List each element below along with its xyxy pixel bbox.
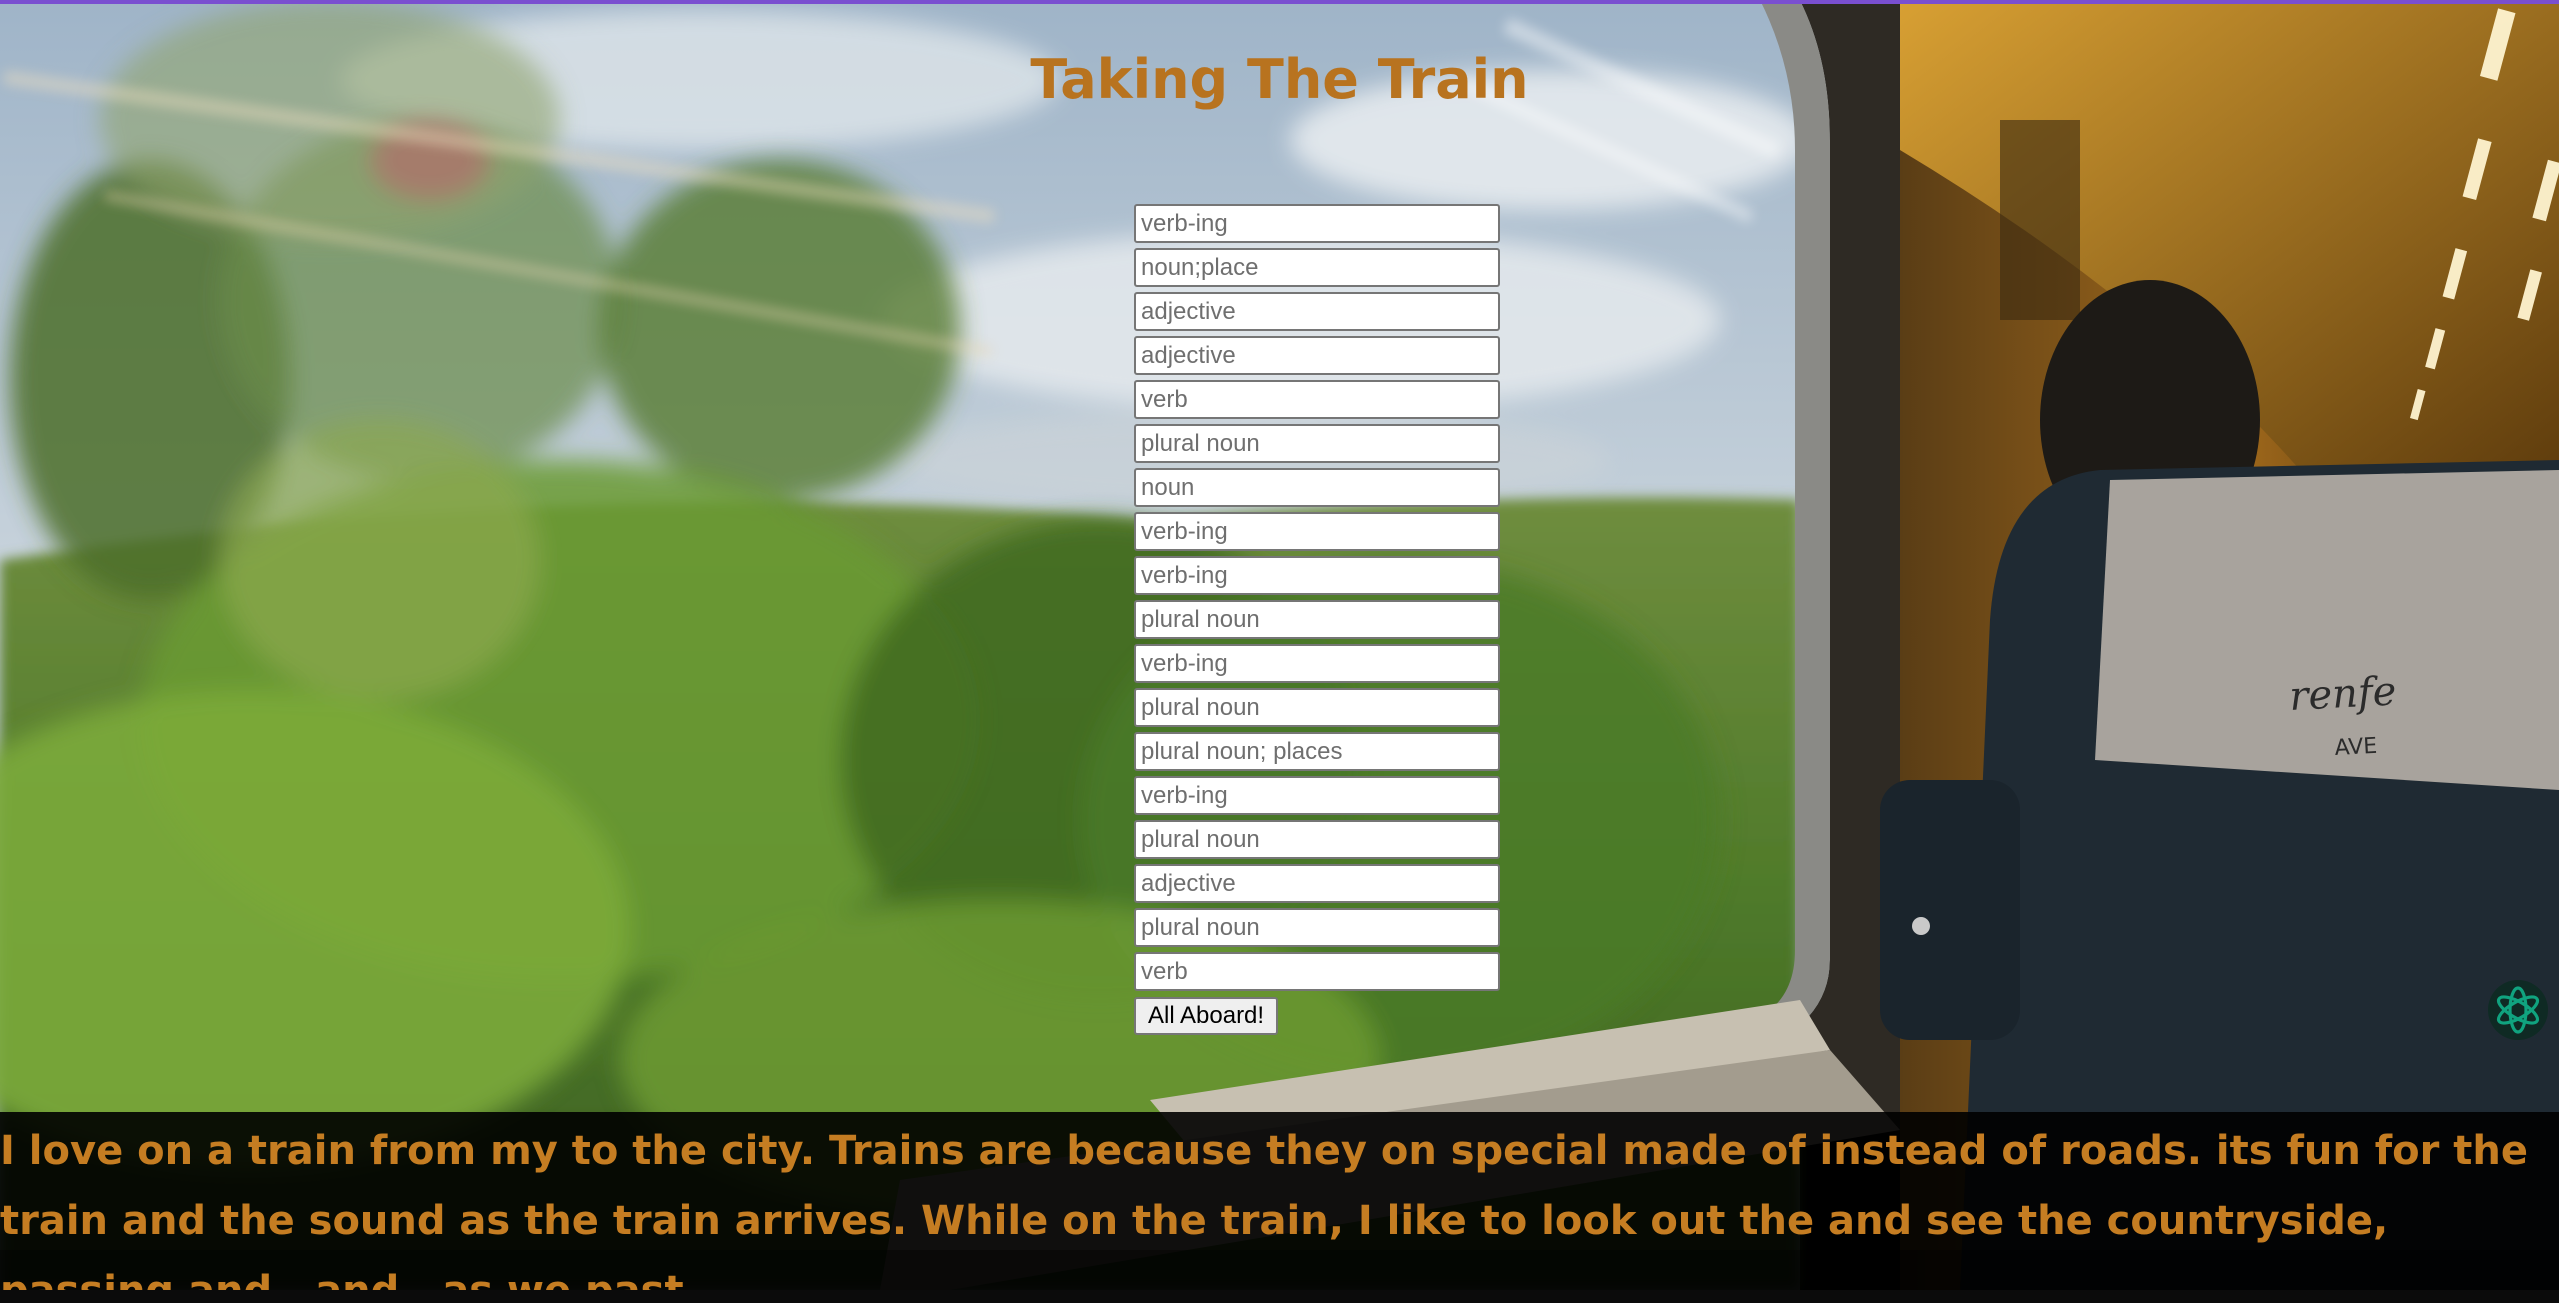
page: renfe AVE Taking The Train All Aboard! I… (0, 0, 2559, 1303)
top-border (0, 0, 2559, 4)
page-title: Taking The Train (1030, 48, 1529, 111)
word-input-12[interactable] (1134, 688, 1500, 727)
svg-text:AVE: AVE (2334, 734, 2378, 761)
openai-knot-icon (2496, 986, 2540, 1034)
word-input-15[interactable] (1134, 820, 1500, 859)
word-input-2[interactable] (1134, 248, 1500, 287)
word-input-13[interactable] (1134, 732, 1500, 771)
story-output: I love on a train from my to the city. T… (0, 1112, 2559, 1303)
all-aboard-button[interactable]: All Aboard! (1134, 997, 1279, 1035)
word-input-16[interactable] (1134, 864, 1500, 903)
word-input-18[interactable] (1134, 952, 1500, 991)
word-input-10[interactable] (1134, 600, 1500, 639)
word-input-8[interactable] (1134, 512, 1500, 551)
word-input-7[interactable] (1134, 468, 1500, 507)
word-input-14[interactable] (1134, 776, 1500, 815)
story-text: I love on a train from my to the city. T… (0, 1128, 2529, 1303)
word-input-6[interactable] (1134, 424, 1500, 463)
word-input-17[interactable] (1134, 908, 1500, 947)
word-input-1[interactable] (1134, 204, 1500, 243)
assistant-button[interactable] (2488, 980, 2548, 1040)
seat-brand-logo: renfe (2288, 668, 2397, 720)
bottom-bar (0, 1290, 2559, 1303)
word-input-5[interactable] (1134, 380, 1500, 419)
mad-libs-form: All Aboard! (1134, 204, 1500, 1035)
word-input-9[interactable] (1134, 556, 1500, 595)
word-input-4[interactable] (1134, 336, 1500, 375)
word-input-11[interactable] (1134, 644, 1500, 683)
word-input-3[interactable] (1134, 292, 1500, 331)
